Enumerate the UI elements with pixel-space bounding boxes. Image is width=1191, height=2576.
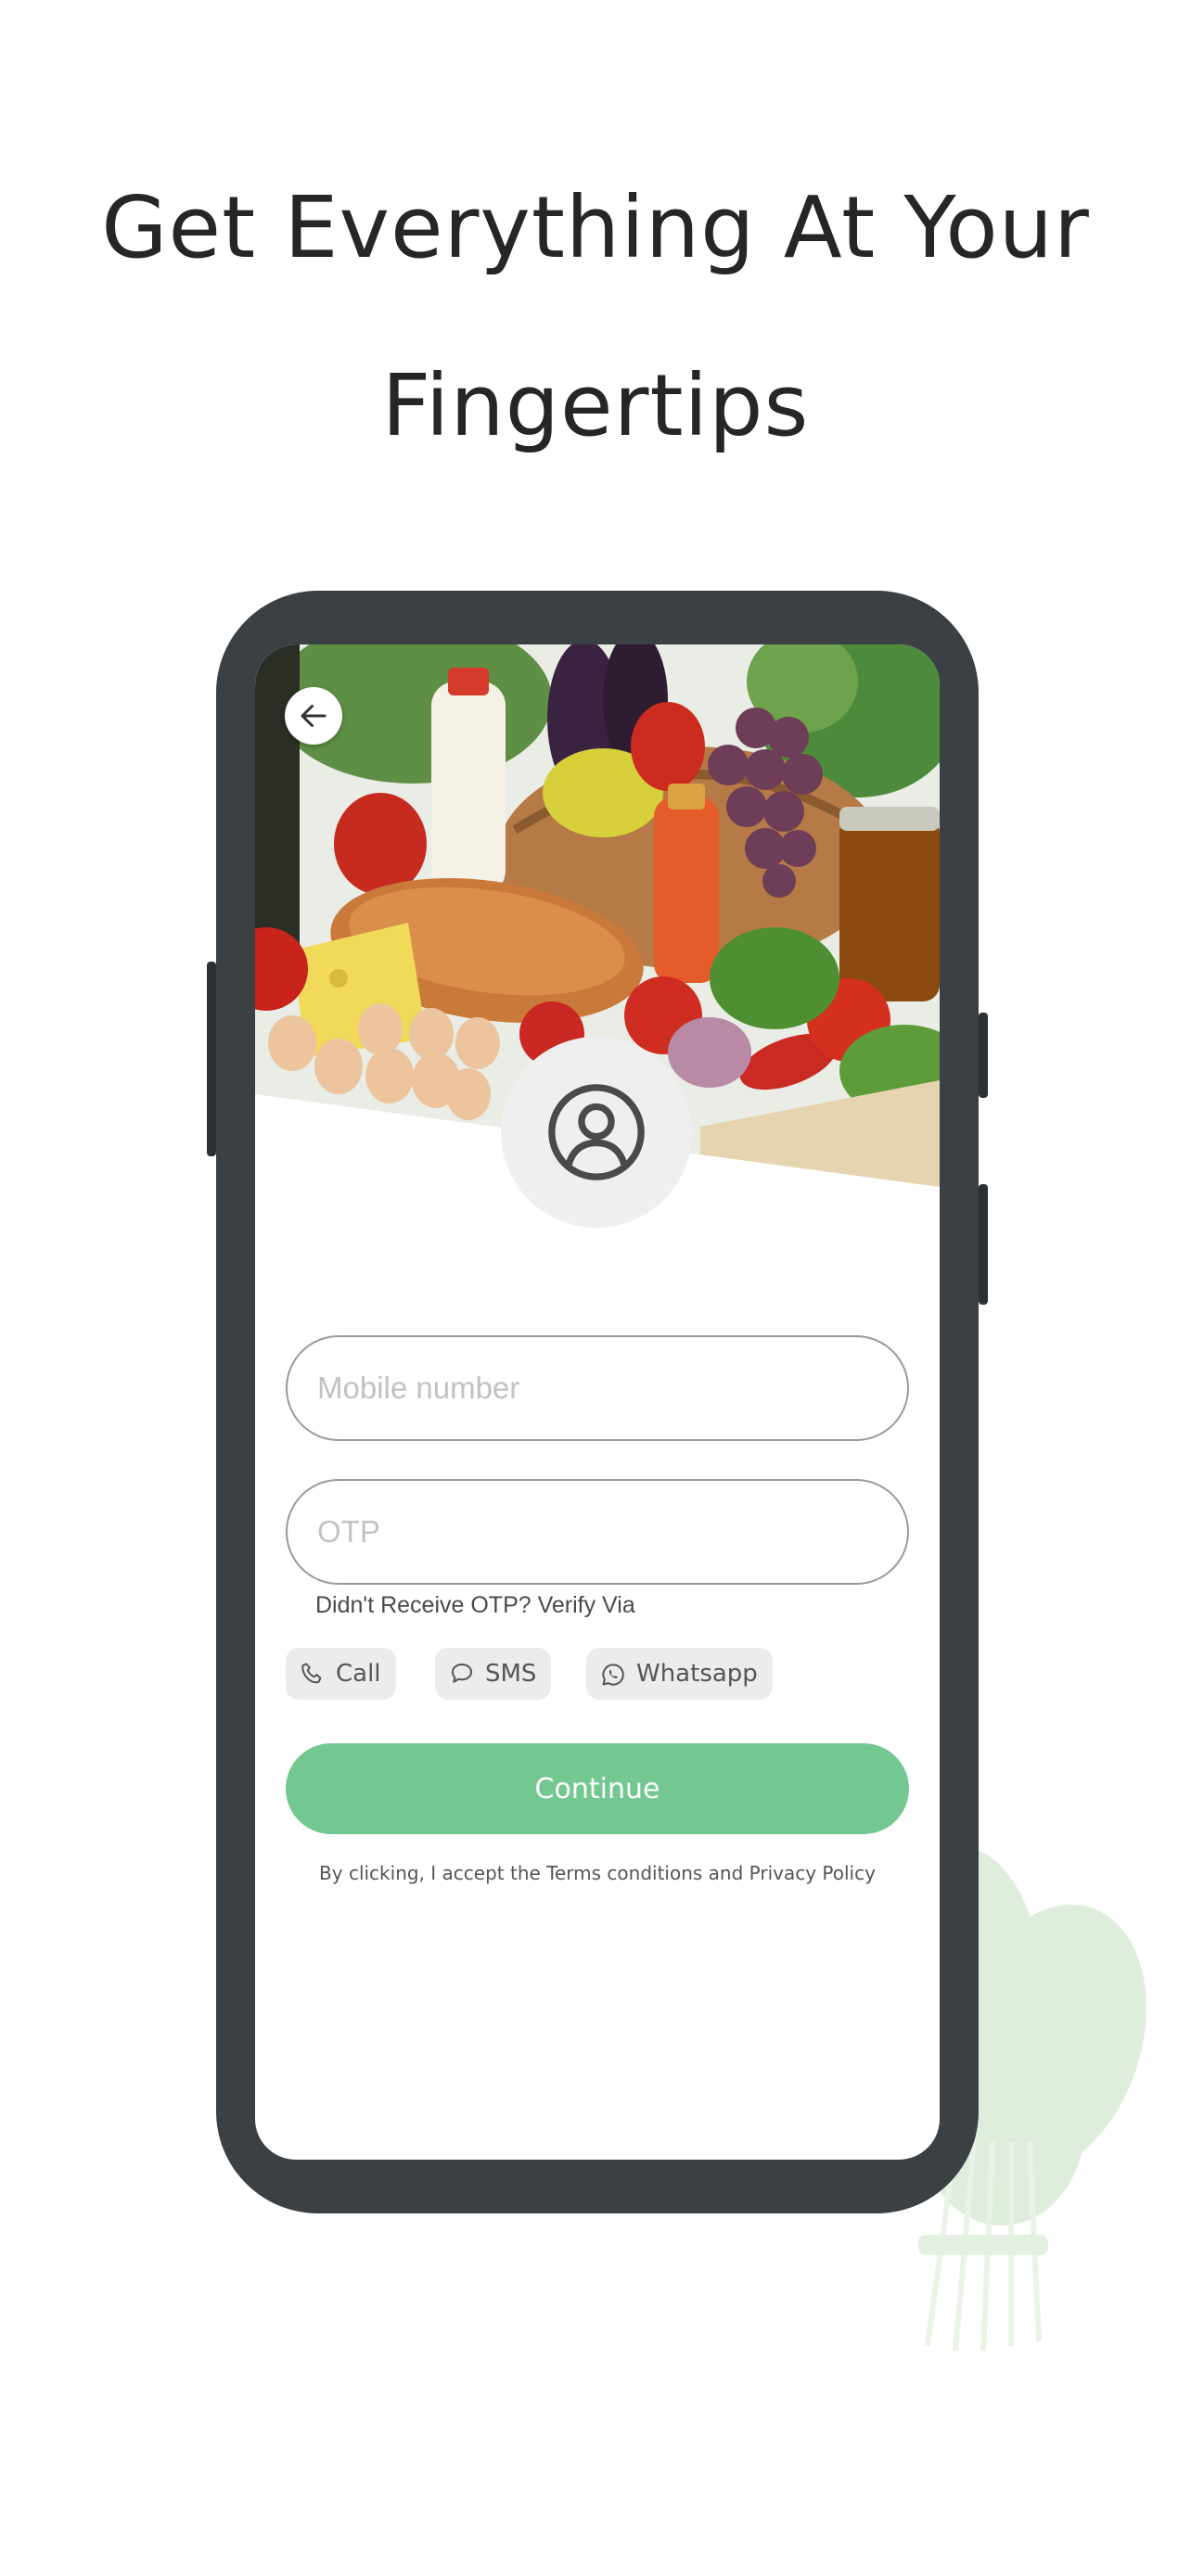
verify-sms-button[interactable]: SMS: [435, 1648, 552, 1700]
continue-button[interactable]: Continue: [286, 1743, 909, 1834]
terms-text[interactable]: By clicking, I accept the Terms conditio…: [255, 1862, 940, 1884]
otp-input[interactable]: [286, 1479, 909, 1585]
phone-side-button: [979, 1013, 988, 1098]
whatsapp-icon: [599, 1660, 627, 1688]
verify-sms-label: SMS: [485, 1660, 537, 1688]
verify-call-button[interactable]: Call: [286, 1648, 396, 1700]
phone-frame: Didn't Receive OTP? Verify Via Call SMS: [207, 591, 988, 2213]
headline-line-1: Get Everything At Your: [101, 178, 1090, 277]
phone-side-button: [979, 1184, 988, 1305]
back-button[interactable]: [285, 687, 342, 745]
otp-helper-text: Didn't Receive OTP? Verify Via: [315, 1592, 635, 1618]
chat-bubble-icon: [448, 1660, 476, 1688]
headline: Get Everything At Your Fingertips: [0, 139, 1191, 495]
arrow-left-icon: [301, 705, 327, 727]
headline-line-2: Fingertips: [381, 356, 810, 455]
phone-screen: Didn't Receive OTP? Verify Via Call SMS: [255, 644, 940, 2160]
phone-icon: [299, 1660, 327, 1688]
mobile-number-input[interactable]: [286, 1335, 909, 1441]
user-circle-icon: [548, 1084, 645, 1180]
verify-whatsapp-label: Whatsapp: [636, 1660, 758, 1688]
verify-call-label: Call: [336, 1660, 381, 1688]
phone-side-button: [207, 962, 216, 1156]
verify-whatsapp-button[interactable]: Whatsapp: [586, 1648, 773, 1700]
avatar[interactable]: [501, 1037, 692, 1228]
